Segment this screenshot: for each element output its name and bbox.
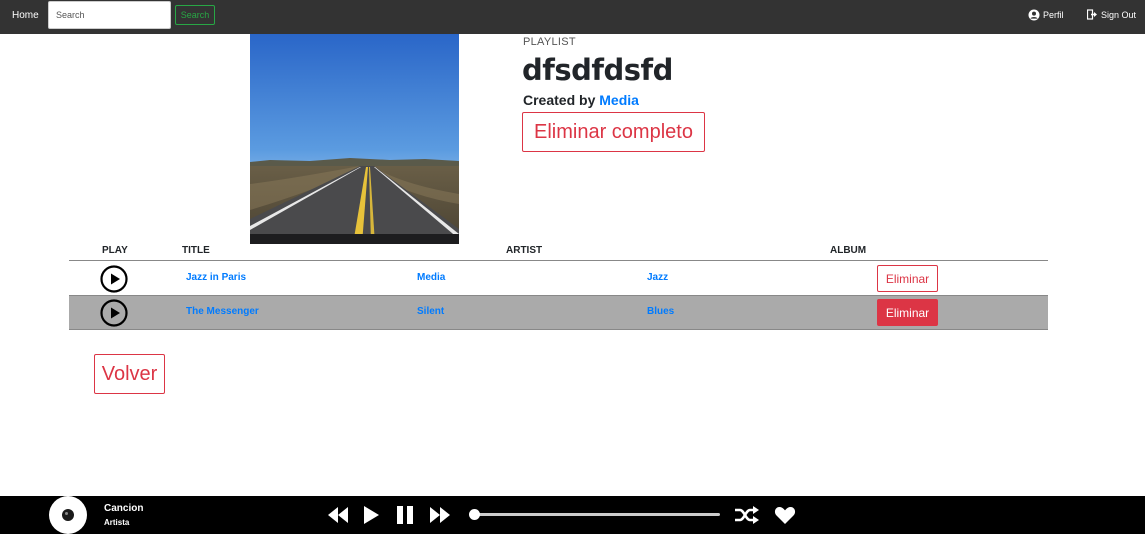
profile-label: Perfil	[1043, 10, 1064, 20]
track-artist-link[interactable]: Silent	[417, 306, 444, 317]
sign-out-link[interactable]: Sign Out	[1087, 9, 1136, 20]
delete-track-button[interactable]: Eliminar	[877, 265, 938, 292]
track-album-link[interactable]: Jazz	[647, 272, 668, 283]
fast-forward-icon[interactable]	[429, 505, 451, 528]
progress-slider[interactable]	[469, 509, 720, 520]
back-button[interactable]: Volver	[94, 354, 165, 394]
shuffle-icon[interactable]	[734, 505, 760, 528]
playlist-creator-line: Created by Media	[523, 92, 639, 108]
created-by-prefix: Created by	[523, 92, 600, 108]
user-circle-icon	[1028, 9, 1040, 21]
rewind-icon[interactable]	[327, 505, 349, 528]
header-artist: ARTIST	[506, 245, 543, 256]
playlist-cover-image	[250, 34, 459, 244]
creator-link[interactable]: Media	[599, 92, 639, 108]
table-row: Jazz in Paris Media Jazz Eliminar	[69, 262, 1048, 296]
album-disc-icon	[49, 496, 87, 534]
play-circle-icon[interactable]	[100, 265, 128, 293]
progress-track	[471, 513, 720, 516]
playlist-kind-label: PLAYLIST	[523, 36, 576, 48]
track-title-link[interactable]: Jazz in Paris	[186, 272, 246, 283]
progress-handle[interactable]	[469, 509, 480, 520]
header-play: PLAY	[102, 245, 128, 256]
search-button[interactable]: Search	[175, 5, 215, 25]
track-title-link[interactable]: The Messenger	[186, 306, 259, 317]
delete-track-button[interactable]: Eliminar	[877, 299, 938, 326]
nav-home-link[interactable]: Home	[12, 10, 39, 21]
play-circle-icon[interactable]	[100, 299, 128, 327]
track-table-header: PLAY TITLE ARTIST ALBUM	[69, 244, 1048, 261]
music-player-bar: Cancion Artista	[0, 496, 1145, 534]
header-title: TITLE	[182, 245, 210, 256]
delete-playlist-button[interactable]: Eliminar completo	[522, 112, 705, 152]
table-row: The Messenger Silent Blues Eliminar	[69, 296, 1048, 330]
sign-out-icon	[1087, 9, 1098, 20]
top-navbar: Home Search Perfil Sign Out	[0, 0, 1145, 34]
heart-icon[interactable]	[774, 505, 796, 528]
now-playing-title: Cancion	[104, 503, 144, 514]
pause-icon[interactable]	[395, 505, 415, 528]
playlist-title: dfsdfdsfd	[522, 53, 673, 87]
track-artist-link[interactable]: Media	[417, 272, 445, 283]
profile-link[interactable]: Perfil	[1028, 9, 1064, 21]
sign-out-label: Sign Out	[1101, 9, 1137, 20]
track-album-link[interactable]: Blues	[647, 306, 674, 317]
now-playing-artist: Artista	[104, 518, 130, 527]
header-album: ALBUM	[830, 245, 867, 256]
search-input[interactable]	[48, 1, 171, 29]
play-icon[interactable]	[361, 505, 381, 528]
